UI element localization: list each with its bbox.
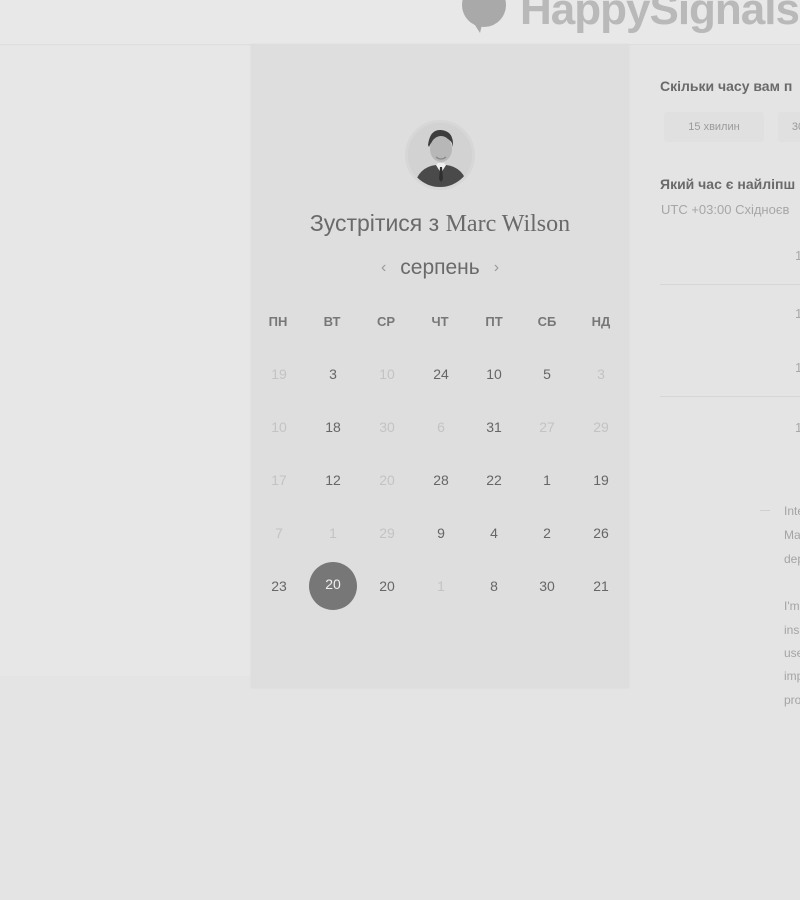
weekday-mon: ПН xyxy=(268,314,288,329)
calendar-day: 3 xyxy=(597,366,605,382)
host-avatar xyxy=(405,120,475,190)
weekday-wed: СР xyxy=(376,314,396,329)
time-slot[interactable]: 1 xyxy=(660,404,800,456)
calendar-day[interactable]: 12 xyxy=(310,457,356,503)
calendar-day: 27 xyxy=(539,419,555,435)
details-panel: Скільки часу вам п 15 хвилин 30 Який час… xyxy=(660,0,800,900)
calendar-day[interactable]: 9 xyxy=(418,510,464,556)
calendar-day: 20 xyxy=(379,472,395,488)
time-slot[interactable]: 1 xyxy=(660,290,800,342)
calendar-day: 17 xyxy=(271,472,287,488)
calendar-day[interactable]: 3 xyxy=(310,351,356,397)
duration-30-button[interactable]: 30 xyxy=(778,112,800,142)
meeting-title-prefix: Зустрітися з xyxy=(309,210,440,236)
time-slot-label: 1 xyxy=(795,306,800,321)
chevron-left-icon[interactable]: ‹ xyxy=(381,259,386,277)
description-line: Ma xyxy=(784,528,800,542)
host-name: Marc Wilson xyxy=(445,211,571,237)
weekday-sat: СБ xyxy=(537,314,557,329)
calendar-day[interactable]: 30 xyxy=(524,563,570,609)
weekday-tue: ВТ xyxy=(323,314,341,329)
calendar-day[interactable]: 23 xyxy=(256,563,302,609)
description-line: use xyxy=(784,646,800,660)
calendar-day[interactable]: 19 xyxy=(578,457,624,503)
selected-day[interactable]: 20 xyxy=(309,562,357,610)
time-slot-label: 1 xyxy=(795,420,800,435)
description-line: ins xyxy=(784,623,800,637)
calendar-day: 19 xyxy=(271,366,287,382)
time-slot[interactable]: 1 xyxy=(660,232,800,285)
description-line: imp xyxy=(784,669,800,683)
chevron-right-icon[interactable]: › xyxy=(494,259,499,277)
booking-card: Зустрітися з Marc Wilson ‹ серпень › ПН … xyxy=(251,44,629,688)
time-slot-label: 1 xyxy=(795,360,800,375)
month-label: серпень xyxy=(400,256,480,279)
duration-question: Скільки часу вам п xyxy=(660,78,793,94)
calendar-day[interactable]: 24 xyxy=(418,351,464,397)
month-navigation: ‹ серпень › xyxy=(251,256,629,280)
calendar-day[interactable]: 18 xyxy=(310,404,356,450)
calendar-day: 10 xyxy=(379,366,395,382)
calendar-day: 29 xyxy=(593,419,609,435)
calendar-day[interactable]: 1 xyxy=(524,457,570,503)
left-panel xyxy=(0,46,252,676)
time-question: Який час є найліпш xyxy=(660,176,796,192)
weekday-sun: НД xyxy=(591,314,611,329)
calendar-day: 1 xyxy=(437,578,445,594)
calendar-day: 1 xyxy=(329,525,337,541)
calendar-day[interactable]: 8 xyxy=(471,563,517,609)
timezone-label[interactable]: UTC +03:00 Східноєв xyxy=(661,202,789,217)
calendar-day: 29 xyxy=(379,525,395,541)
weekday-fri: ПТ xyxy=(485,314,503,329)
calendar-day[interactable]: 28 xyxy=(418,457,464,503)
description-line: I'm xyxy=(784,599,800,613)
calendar-day[interactable]: 5 xyxy=(524,351,570,397)
calendar-day[interactable]: 20 xyxy=(364,563,410,609)
meeting-title: Зустрітися з Marc Wilson xyxy=(251,210,629,238)
description-line: Inte xyxy=(784,504,800,518)
duration-15-button[interactable]: 15 хвилин xyxy=(664,112,764,142)
calendar-day[interactable]: 31 xyxy=(471,404,517,450)
divider xyxy=(760,510,770,511)
calendar-day[interactable]: 10 xyxy=(471,351,517,397)
time-slot[interactable]: 1 xyxy=(660,344,800,397)
calendar-day[interactable]: 4 xyxy=(471,510,517,556)
description-line: dep xyxy=(784,552,800,566)
calendar-day: 30 xyxy=(379,419,395,435)
calendar-day[interactable]: 2 xyxy=(524,510,570,556)
calendar-day[interactable]: 21 xyxy=(578,563,624,609)
speech-bubble-icon xyxy=(450,0,506,33)
calendar-day: 6 xyxy=(437,419,445,435)
time-slot-label: 1 xyxy=(795,248,800,263)
calendar-day: 7 xyxy=(275,525,283,541)
weekday-thu: ЧТ xyxy=(431,314,449,329)
calendar-day[interactable]: 22 xyxy=(471,457,517,503)
description-line: pro xyxy=(784,693,800,707)
calendar-day[interactable]: 26 xyxy=(578,510,624,556)
calendar-day: 10 xyxy=(271,419,287,435)
